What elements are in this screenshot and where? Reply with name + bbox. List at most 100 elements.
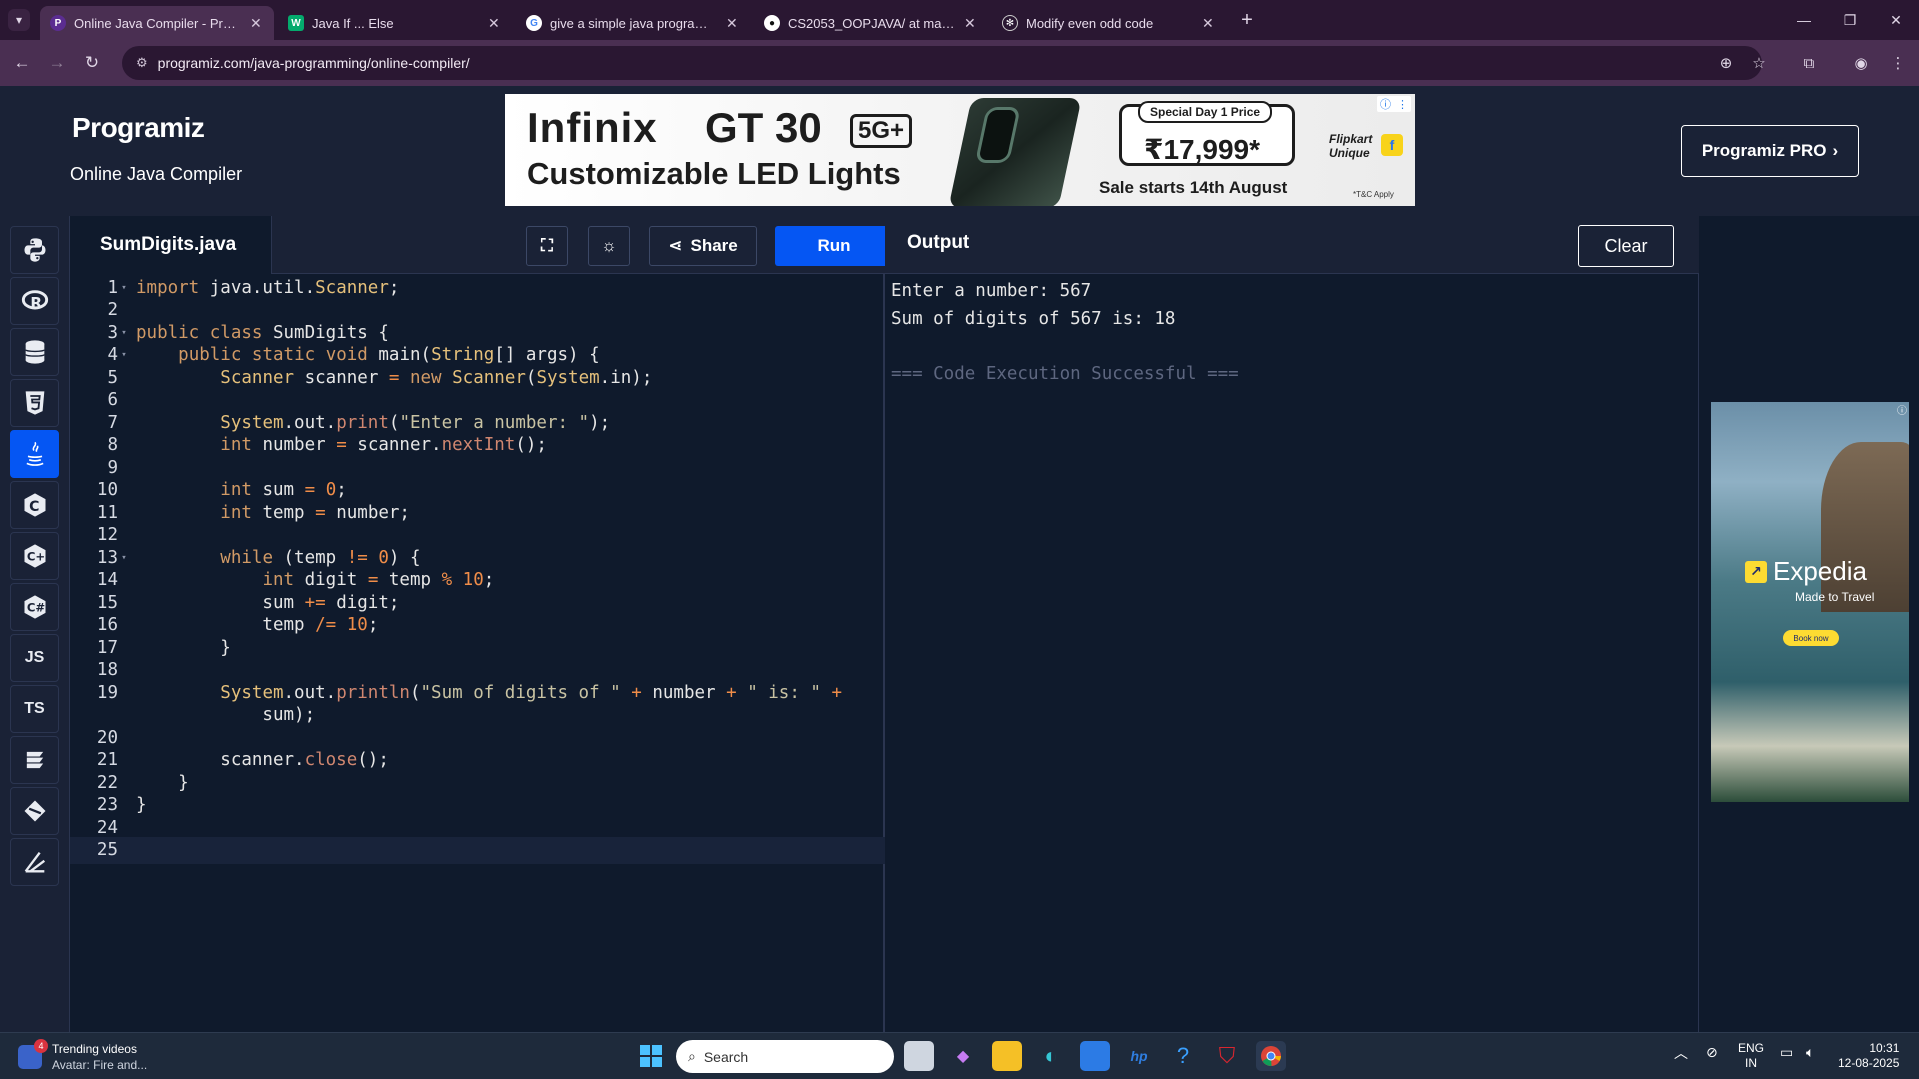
reload-icon[interactable]: ↻	[80, 51, 104, 75]
cpp-icon[interactable]: C+	[10, 532, 59, 580]
window-close-icon[interactable]: ✕	[1873, 0, 1919, 40]
tab-github[interactable]: ● CS2053_OOPJAVA/ at main · Po ✕	[754, 6, 988, 40]
book-now-button[interactable]: Book now	[1783, 630, 1839, 646]
typescript-icon[interactable]: TS	[10, 685, 59, 733]
taskbar-search[interactable]: ⌕ Search	[676, 1040, 894, 1073]
language-indicator[interactable]: ENG IN	[1738, 1041, 1764, 1071]
r-icon[interactable]: R	[10, 277, 59, 325]
ad-info-icon[interactable]: ⓘ ⋮	[1377, 96, 1411, 112]
close-icon[interactable]: ✕	[1202, 15, 1216, 32]
stack-icon[interactable]	[10, 736, 59, 784]
ad-price-box: Special Day 1 Price ₹17,999*	[1119, 101, 1295, 166]
back-icon[interactable]: ←	[10, 51, 34, 75]
network-off-icon[interactable]: ⊘	[1706, 1045, 1718, 1060]
execution-status: === Code Execution Successful ===	[891, 363, 1239, 384]
windows-start-icon[interactable]	[636, 1041, 666, 1071]
tab-search-menu-icon[interactable]: ▾	[8, 9, 30, 31]
html5-icon[interactable]	[10, 379, 59, 427]
site-header: Programiz Online Java Compiler Infinix G…	[0, 86, 1919, 216]
edge-icon[interactable]: ◐	[1036, 1041, 1066, 1071]
close-icon[interactable]: ✕	[488, 15, 502, 32]
mcafee-icon[interactable]: ⛉	[1212, 1041, 1242, 1071]
share-icon: ⋖	[668, 236, 683, 255]
fullscreen-icon[interactable]: ⛶	[526, 226, 568, 266]
copilot-icon[interactable]: ◆	[948, 1041, 978, 1071]
date: 12-08-2025	[1838, 1056, 1900, 1070]
tab-chatgpt[interactable]: ✻ Modify even odd code ✕	[992, 6, 1226, 40]
line-number: 15	[96, 592, 118, 613]
code-text: temp /= 10;	[136, 615, 379, 636]
menu-kebab-icon[interactable]: ⋮	[1886, 51, 1910, 75]
hp-icon[interactable]: hp	[1124, 1041, 1154, 1071]
top-ad-banner[interactable]: Infinix GT 30 5G+ Customizable LED Light…	[505, 94, 1415, 206]
lang-label: TS	[24, 700, 45, 717]
code-text: int sum = 0;	[220, 480, 347, 501]
code-text: public static void main(String[] args) {	[178, 345, 600, 366]
database-icon[interactable]	[10, 328, 59, 376]
help-icon[interactable]: ?	[1168, 1041, 1198, 1071]
java-icon[interactable]	[10, 430, 59, 478]
tab-google-search[interactable]: G give a simple java program that ✕	[516, 6, 750, 40]
site-info-icon[interactable]: ⚙	[136, 55, 148, 71]
python-icon[interactable]	[10, 226, 59, 274]
swift-icon[interactable]	[10, 787, 59, 835]
file-tab[interactable]: SumDigits.java	[70, 216, 272, 274]
line-number: 11	[96, 502, 118, 523]
ad-info-icon[interactable]: ⓘ	[1897, 402, 1907, 417]
chrome-icon[interactable]	[1256, 1041, 1286, 1071]
rust-icon[interactable]	[10, 838, 59, 886]
new-tab-button[interactable]: +	[1235, 8, 1259, 32]
tray-overflow-icon[interactable]: ︿	[1674, 1046, 1688, 1061]
run-button[interactable]: Run	[775, 226, 893, 266]
code-text: import java.util.Scanner;	[136, 277, 400, 298]
javascript-icon[interactable]: JS	[10, 634, 59, 682]
region-code: IN	[1745, 1056, 1757, 1070]
close-icon[interactable]: ✕	[964, 15, 978, 32]
close-icon[interactable]: ✕	[726, 15, 740, 32]
share-button[interactable]: ⋖ Share	[649, 226, 757, 266]
line-number: 4	[107, 345, 118, 366]
code-line[interactable]: 25	[70, 836, 885, 864]
bookmark-star-icon[interactable]: ☆	[1747, 51, 1771, 75]
tab-label: Modify even odd code	[1026, 15, 1154, 31]
line-number: 18	[96, 660, 118, 681]
fold-arrow-icon[interactable]: ▾	[118, 328, 130, 338]
tab-programiz[interactable]: P Online Java Compiler - Programiz ✕	[40, 6, 274, 40]
code-editor[interactable]: 1 ▾ import java.util.Scanner; 2 3 ▾ public cla…	[70, 274, 885, 1032]
news-widget[interactable]: 4 Trending videos Avatar: Fire and...	[18, 1039, 147, 1073]
extensions-icon[interactable]: ⧉	[1797, 51, 1821, 75]
line-number: 16	[96, 615, 118, 636]
restore-icon[interactable]: ❐	[1827, 0, 1873, 40]
clock[interactable]: 10:31 12-08-2025	[1838, 1041, 1899, 1071]
line-number: 13	[96, 547, 118, 568]
forward-icon[interactable]: →	[45, 51, 69, 75]
expedia-ad[interactable]: ⓘ ↗ Expedia Made to Travel Book now	[1711, 402, 1909, 802]
programiz-logo[interactable]: Programiz	[72, 112, 205, 144]
c-icon[interactable]: C	[10, 481, 59, 529]
clear-button[interactable]: Clear	[1578, 225, 1674, 267]
profile-icon[interactable]: ◉	[1849, 51, 1873, 75]
output-line: Sum of digits of 567 is: 18	[891, 308, 1176, 329]
file-explorer-icon[interactable]	[992, 1041, 1022, 1071]
close-icon[interactable]: ✕	[250, 15, 264, 32]
volume-icon[interactable]: 🔈︎	[1806, 1045, 1814, 1060]
tab-label: Java If ... Else	[312, 15, 394, 31]
tab-java-if-else[interactable]: W Java If ... Else ✕	[278, 6, 512, 40]
url-text: programiz.com/java-programming/online-co…	[157, 55, 470, 71]
zoom-icon[interactable]: ⊕	[1714, 51, 1738, 75]
fold-arrow-icon[interactable]: ▾	[118, 553, 130, 563]
task-view-icon[interactable]	[904, 1041, 934, 1071]
expedia-brand: Expedia	[1773, 556, 1867, 586]
output-panel[interactable]: Enter a number: 567 Sum of digits of 567…	[885, 274, 1699, 1032]
programiz-pro-button[interactable]: Programiz PRO ›	[1681, 125, 1859, 177]
code-text: sum);	[136, 705, 316, 726]
store-icon[interactable]	[1080, 1041, 1110, 1071]
wifi-icon[interactable]: ▭	[1780, 1045, 1793, 1060]
theme-toggle-icon[interactable]: ☼	[588, 226, 630, 266]
minimize-icon[interactable]: —	[1781, 0, 1827, 40]
address-bar[interactable]: ⚙ programiz.com/java-programming/online-…	[122, 46, 1762, 80]
fold-arrow-icon[interactable]: ▾	[118, 283, 130, 293]
chatgpt-icon: ✻	[1002, 15, 1018, 31]
csharp-icon[interactable]: C#	[10, 583, 59, 631]
fold-arrow-icon[interactable]: ▾	[118, 350, 130, 360]
